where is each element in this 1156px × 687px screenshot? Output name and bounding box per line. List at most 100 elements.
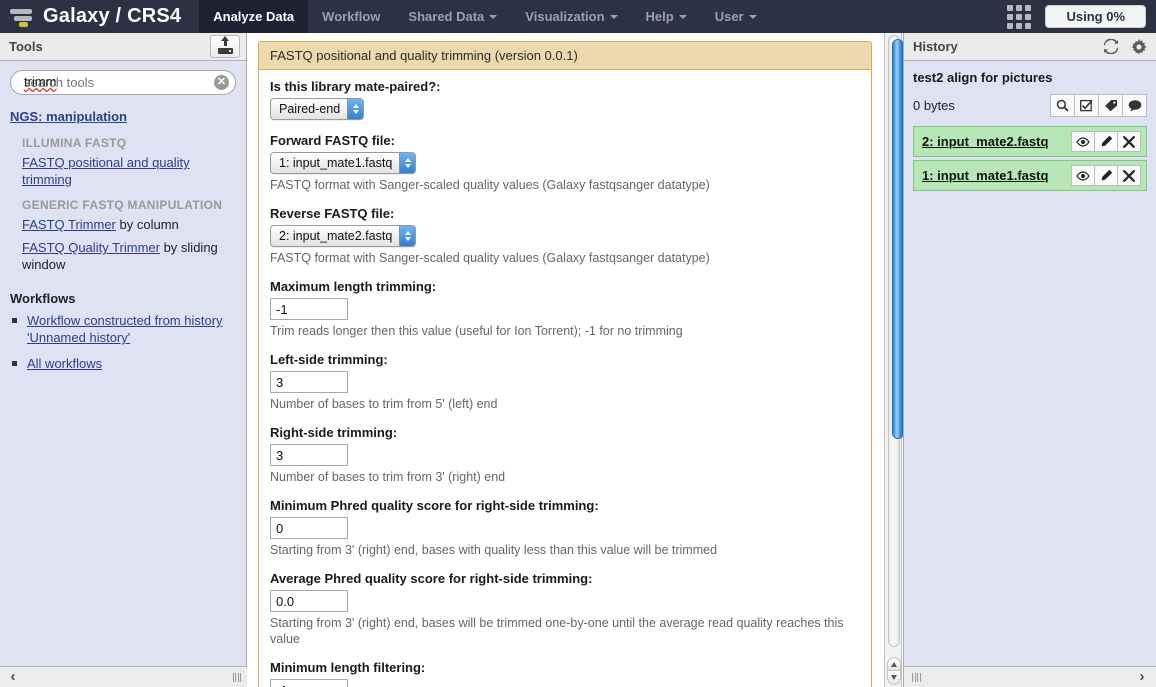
galaxy-logo-icon [10,7,34,27]
history-header-icons [1103,38,1147,55]
tool-link[interactable]: FASTQ Quality Trimmer [22,240,160,255]
chevron-down-icon [609,14,618,19]
field-forward-fastq: Forward FASTQ file: 1: input_mate1.fastq… [270,133,860,193]
refresh-icon[interactable] [1103,39,1119,54]
quota-meter-button[interactable]: Using 0% [1045,5,1146,28]
select-stepper-icon [347,99,364,119]
field-minimum-phred-quality: Minimum Phred quality score for right-si… [270,498,860,558]
workflows-header: Workflows [10,291,76,306]
tool-search-wrap: trimm ✕ [10,70,236,95]
nav-label: User [714,9,744,24]
eye-icon [1076,170,1090,181]
select-stepper-icon [399,226,416,246]
left-side-trimming-input[interactable] [270,371,348,393]
nav-label: Analyze Data [213,9,295,24]
average-phred-quality-input[interactable] [270,590,348,612]
collapse-tools-panel-button[interactable]: ‹ [0,667,26,687]
tag-history-button[interactable] [1099,94,1123,117]
body-columns: Tools trimm ✕ NGS: manipulation ILLUMINA… [0,33,1156,687]
delete-dataset-button[interactable] [1118,131,1141,152]
tool-form-panel: FASTQ positional and quality trimming (v… [248,33,882,687]
dataset-buttons [1071,165,1141,186]
search-input[interactable] [10,70,236,95]
dataset-title[interactable]: 1: input_mate1.fastq [922,168,1048,183]
tools-panel-footer: ‹ [0,666,247,687]
list-item: Workflow constructed from history 'Unnam… [10,312,236,346]
list-item: All workflows [10,355,236,372]
tool-entry-fastq-trimmer: FASTQ Trimmer by column [22,216,236,233]
forward-fastq-select[interactable]: 1: input_mate1.fastq [270,152,417,174]
right-side-trimming-input[interactable] [270,444,348,466]
nav-label: Shared Data [408,9,485,24]
clear-icon[interactable]: ✕ [214,75,229,90]
history-name[interactable]: test2 align for pictures [913,70,1147,85]
reverse-fastq-select[interactable]: 2: input_mate2.fastq [270,225,417,247]
table-row[interactable]: 2: input_mate2.fastq [913,126,1147,157]
mate-paired-select[interactable]: Paired-end [270,98,365,120]
workflow-link-all-workflows[interactable]: All workflows [27,356,102,371]
maximum-length-trimming-input[interactable] [270,298,348,320]
nav-item-analyze-data[interactable]: Analyze Data [199,0,309,33]
field-help: Number of bases to trim from 5' (left) e… [270,397,498,411]
field-right-side-trimming: Right-side trimming: Number of bases to … [270,425,860,485]
field-help: Trim reads longer then this value (usefu… [270,324,683,338]
grid-apps-icon[interactable] [1007,4,1032,29]
select-stepper-icon [399,153,416,173]
tool-section-link[interactable]: NGS: manipulation [10,109,127,124]
field-reverse-fastq: Reverse FASTQ file: 2: input_mate2.fastq… [270,206,860,266]
tool-form: FASTQ positional and quality trimming (v… [258,41,872,687]
edit-dataset-button[interactable] [1095,131,1118,152]
brand[interactable]: Galaxy / CRS4 [0,0,199,33]
field-label: Right-side trimming: [270,425,398,440]
dataset-title[interactable]: 2: input_mate2.fastq [922,134,1048,149]
chevron-down-icon [748,14,757,19]
expand-history-panel-button[interactable]: › [1127,667,1156,687]
nav-item-user[interactable]: User [701,0,771,33]
scroll-up-button[interactable] [887,657,901,671]
nav-label: Workflow [322,9,381,24]
search-datasets-button[interactable] [1050,94,1075,117]
select-datasets-button[interactable] [1075,94,1099,117]
field-label: Minimum length filtering: [270,660,426,675]
display-dataset-button[interactable] [1071,131,1095,152]
minimum-length-filtering-input[interactable] [270,679,348,687]
annotate-history-button[interactable] [1123,94,1147,117]
minimum-phred-quality-input[interactable] [270,517,348,539]
field-help: FASTQ format with Sanger-scaled quality … [270,251,710,265]
gear-icon[interactable] [1131,38,1147,55]
select-value: 2: input_mate2.fastq [279,229,393,243]
field-label: Average Phred quality score for right-si… [270,571,593,586]
chevron-down-icon [489,14,498,19]
delete-icon [1123,135,1135,148]
dataset-buttons [1071,131,1141,152]
field-help: Starting from 3' (right) end, bases will… [270,616,844,646]
edit-dataset-button[interactable] [1095,165,1118,186]
delete-icon [1123,169,1135,182]
nav-item-shared-data[interactable]: Shared Data [394,0,511,33]
nav-item-workflow[interactable]: Workflow [308,0,394,33]
tools-panel-resize-handle[interactable] [232,672,241,682]
tool-link[interactable]: FASTQ positional and quality trimming [22,155,190,187]
history-body: test2 align for pictures 0 bytes 2: inpu… [904,61,1156,191]
center-panel-scrollbar[interactable] [884,33,904,687]
history-panel-resize-handle[interactable] [912,672,921,682]
field-help: Number of bases to trim from 3' (right) … [270,470,506,484]
table-row[interactable]: 1: input_mate1.fastq [913,160,1147,191]
tool-group-label-illumina-fastq: ILLUMINA FASTQ [22,136,127,150]
tools-panel-header: Tools [0,33,246,61]
workflow-link-constructed-from-history[interactable]: Workflow constructed from history 'Unnam… [27,313,223,345]
nav-item-visualization[interactable]: Visualization [511,0,631,33]
select-value: 1: input_mate1.fastq [279,156,393,170]
tool-link[interactable]: FASTQ Trimmer [22,217,116,232]
masthead-right: Using 0% [1007,0,1156,33]
galaxy-app-window: Galaxy / CRS4 Analyze Data Workflow Shar… [0,0,1156,687]
tag-icon [1104,100,1117,112]
upload-icon[interactable] [210,35,240,58]
tool-desc: by column [115,217,179,232]
display-dataset-button[interactable] [1071,165,1095,186]
nav-item-help[interactable]: Help [632,0,701,33]
delete-dataset-button[interactable] [1118,165,1141,186]
tools-panel-title: Tools [9,39,43,54]
scroll-down-button[interactable] [887,671,901,685]
scrollbar-track[interactable] [888,35,904,647]
